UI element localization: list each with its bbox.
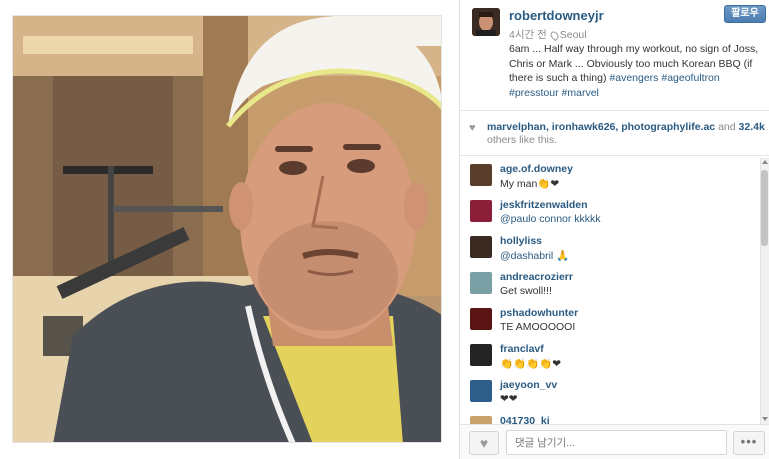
- like-button[interactable]: ♥: [469, 431, 499, 455]
- comment-item: franclavf 👏👏👏👏❤: [460, 340, 760, 376]
- comment-username[interactable]: pshadowhunter: [500, 307, 578, 319]
- comment-item: age.of.downey My man👏❤: [460, 160, 760, 196]
- comment-text: TE AMOOOOOI: [500, 321, 576, 333]
- comment-text: 👏👏👏👏❤: [500, 358, 562, 370]
- heart-icon: ♥: [469, 122, 476, 134]
- likes-count[interactable]: 32.4k: [739, 121, 765, 133]
- post-side-panel: robertdowneyjr 4시간 전 Seoul 6am ... Half w…: [459, 0, 769, 459]
- comment-text: Get swoll!!!: [500, 285, 552, 297]
- comment-item: 041730_ki: [460, 412, 760, 424]
- comment-text: ❤❤: [500, 393, 518, 405]
- photo-panel: [0, 0, 459, 459]
- post-header: robertdowneyjr 4시간 전 Seoul 6am ... Half w…: [460, 0, 769, 110]
- comment-item: jeskfritzenwalden @paulo connor kkkkk: [460, 196, 760, 232]
- avatar[interactable]: [470, 416, 492, 424]
- hashtag-link[interactable]: #ageofultron: [661, 72, 719, 84]
- avatar[interactable]: [470, 308, 492, 330]
- hashtag-link[interactable]: #marvel: [562, 87, 599, 99]
- avatar[interactable]: [472, 8, 500, 36]
- post-meta: 4시간 전 Seoul: [509, 27, 587, 42]
- avatar[interactable]: [470, 236, 492, 258]
- post-username[interactable]: robertdowneyjr: [509, 8, 604, 23]
- avatar[interactable]: [470, 344, 492, 366]
- comment-username[interactable]: hollyliss: [500, 235, 542, 247]
- selfie-gym-photo: [13, 16, 441, 442]
- comment-item: hollyliss @dashabril 🙏: [460, 232, 760, 268]
- avatar-image: [472, 8, 500, 36]
- comment-item: jaeyoon_vv ❤❤: [460, 376, 760, 412]
- hashtag-link[interactable]: #avengers: [609, 72, 658, 84]
- comment-body: 🙏: [553, 250, 570, 262]
- avatar[interactable]: [470, 200, 492, 222]
- comment-text: My man👏❤: [500, 178, 560, 190]
- comment-body[interactable]: @paulo connor kkkkk: [500, 213, 601, 225]
- time-ago: 4시간 전: [509, 29, 547, 41]
- more-options-button[interactable]: •••: [733, 431, 765, 455]
- location-link[interactable]: Seoul: [560, 29, 587, 41]
- comment-username[interactable]: 041730_ki: [500, 415, 550, 424]
- avatar[interactable]: [470, 272, 492, 294]
- comment-item: andreacrozierr Get swoll!!!: [460, 268, 760, 304]
- liker-links[interactable]: marvelphan, ironhawk626, photographylife…: [487, 121, 715, 133]
- avatar[interactable]: [470, 164, 492, 186]
- post-photo[interactable]: [12, 15, 442, 443]
- comment-username[interactable]: jeskfritzenwalden: [500, 199, 588, 211]
- heart-icon: ♥: [479, 435, 489, 451]
- scroll-up-arrow-icon[interactable]: [762, 160, 768, 164]
- comment-username[interactable]: franclavf: [500, 343, 544, 355]
- comment-input[interactable]: [506, 430, 727, 455]
- comment-text: @paulo connor kkkkk: [500, 213, 601, 225]
- likes-suffix: others like this.: [487, 134, 558, 146]
- more-dots-icon: •••: [740, 434, 758, 449]
- comment-username[interactable]: age.of.downey: [500, 163, 573, 175]
- avatar[interactable]: [470, 380, 492, 402]
- scrollbar-thumb[interactable]: [761, 170, 768, 246]
- comment-username[interactable]: jaeyoon_vv: [500, 379, 557, 391]
- comment-list[interactable]: age.of.downey My man👏❤ jeskfritzenwalden…: [460, 158, 769, 424]
- comment-mention[interactable]: @dashabril: [500, 250, 553, 262]
- likes-joiner: and: [715, 121, 739, 133]
- scroll-down-arrow-icon[interactable]: [762, 417, 768, 421]
- follow-button[interactable]: 팔로우: [724, 5, 766, 23]
- comment-item: pshadowhunter TE AMOOOOOI: [460, 304, 760, 340]
- location-pin-icon: [548, 29, 560, 41]
- comment-footer: ♥ •••: [460, 424, 769, 459]
- post-caption: 6am ... Half way through my workout, no …: [509, 42, 764, 100]
- likes-summary: ♥ marvelphan, ironhawk626, photographyli…: [460, 110, 769, 156]
- comment-text: @dashabril 🙏: [500, 249, 569, 262]
- comment-username[interactable]: andreacrozierr: [500, 271, 573, 283]
- likes-text: marvelphan, ironhawk626, photographylife…: [487, 121, 765, 147]
- hashtag-link[interactable]: #presstour: [509, 87, 559, 99]
